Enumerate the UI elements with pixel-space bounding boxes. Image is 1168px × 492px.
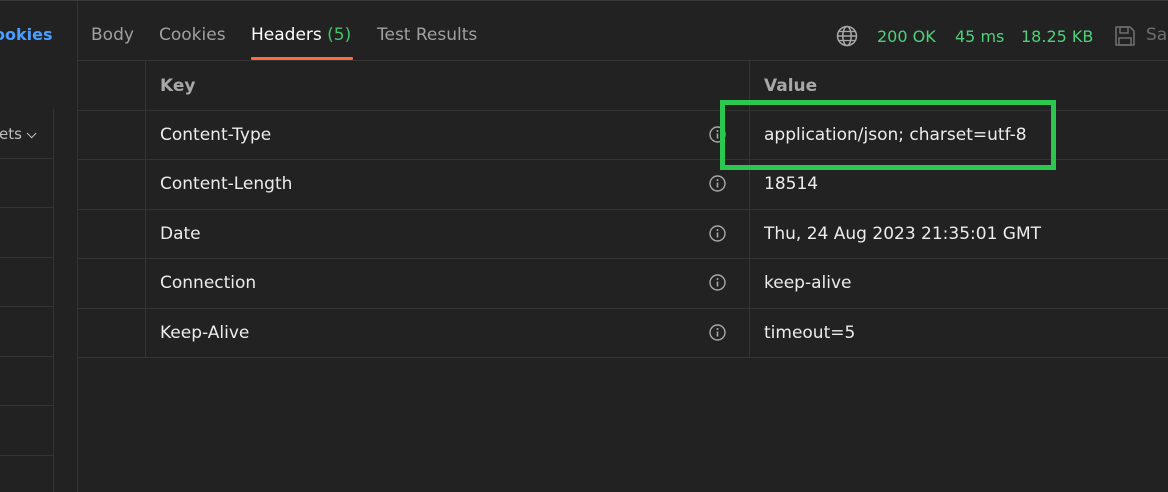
table-row: Keep-Alive timeout=5 — [78, 308, 1168, 358]
info-icon[interactable] — [709, 323, 726, 341]
header-value: timeout=5 — [764, 322, 856, 343]
tab-body[interactable]: Body — [91, 25, 134, 45]
header-key: Content-Length — [160, 174, 293, 194]
column-divider — [749, 259, 750, 308]
header-value: 18514 — [764, 174, 819, 194]
info-icon[interactable] — [709, 175, 726, 192]
header-key: Keep-Alive — [160, 322, 250, 343]
list-item[interactable] — [0, 109, 53, 159]
list-item[interactable] — [0, 307, 53, 357]
header-key: Content-Type — [160, 124, 272, 145]
column-divider — [749, 308, 750, 357]
response-time[interactable]: 45 ms — [955, 27, 1004, 46]
save-icon[interactable] — [1114, 24, 1136, 48]
column-divider[interactable] — [749, 61, 750, 110]
left-list — [0, 109, 54, 492]
row-gutter — [78, 209, 146, 258]
row-gutter — [78, 259, 146, 308]
list-item[interactable] — [0, 357, 53, 406]
table-row: Connection keep-alive — [78, 259, 1168, 309]
header-key: Connection — [160, 273, 257, 293]
left-pane: ookies ets — [0, 1, 78, 492]
tab-headers-label: Headers — [251, 25, 322, 45]
row-gutter — [78, 308, 146, 357]
row-gutter — [78, 160, 146, 209]
list-item[interactable] — [0, 258, 53, 307]
info-icon[interactable] — [709, 274, 726, 291]
column-divider — [749, 160, 750, 209]
globe-icon[interactable] — [836, 25, 858, 47]
response-tabs: Body Cookies Headers (5) Test Results 20… — [78, 1, 1168, 61]
column-divider — [749, 209, 750, 258]
cookies-link[interactable]: ookies — [0, 25, 52, 44]
row-gutter — [78, 110, 146, 159]
tab-cookies[interactable]: Cookies — [159, 25, 226, 45]
table-row: Date Thu, 24 Aug 2023 21:35:01 GMT — [78, 209, 1168, 259]
column-divider — [749, 110, 750, 159]
tab-test-results[interactable]: Test Results — [377, 25, 477, 45]
list-item[interactable] — [0, 159, 53, 208]
table-header-row: Key Value — [78, 61, 1168, 111]
table-row: Content-Length 18514 — [78, 160, 1168, 210]
list-item[interactable] — [0, 208, 53, 258]
value-column-header: Value — [764, 76, 818, 96]
header-value: Thu, 24 Aug 2023 21:35:01 GMT — [764, 223, 1042, 244]
row-gutter — [78, 61, 146, 110]
status-code[interactable]: 200 OK — [877, 27, 936, 46]
header-key: Date — [160, 223, 201, 244]
header-value: keep-alive — [764, 273, 852, 293]
tab-headers-count: (5) — [327, 25, 352, 45]
list-item[interactable] — [0, 406, 53, 456]
header-value: application/json; charset=utf-8 — [764, 124, 1027, 145]
response-panel: ookies ets Body Cookies Headers (5) Test… — [0, 0, 1168, 492]
info-icon[interactable] — [709, 224, 726, 242]
info-icon[interactable] — [709, 125, 726, 143]
table-row: Content-Type application/json; charset=u… — [78, 110, 1168, 160]
tab-headers[interactable]: Headers (5) — [251, 25, 351, 45]
response-size[interactable]: 18.25 KB — [1021, 27, 1093, 46]
active-tab-indicator — [251, 57, 353, 60]
headers-table: Key Value Content-Type application/json;… — [78, 61, 1168, 358]
save-response-button[interactable]: Sa — [1146, 25, 1167, 45]
key-column-header: Key — [160, 76, 196, 96]
